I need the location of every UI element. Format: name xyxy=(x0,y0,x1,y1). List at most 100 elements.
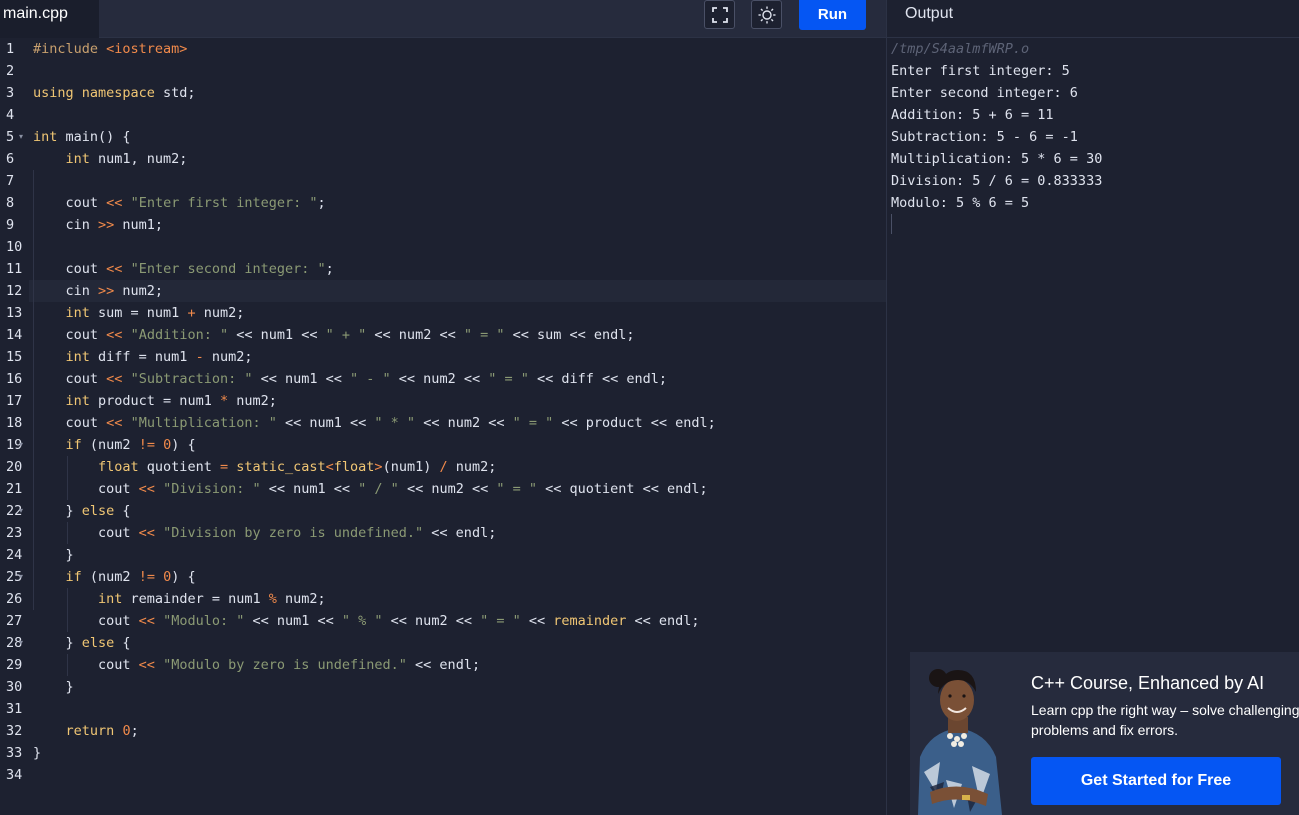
code-token: << xyxy=(138,525,155,541)
code-line: cout << "Enter first integer: "; xyxy=(33,192,326,214)
line-number: 4 xyxy=(6,107,15,123)
code-line: return 0; xyxy=(33,720,139,742)
code-token: << num1 << xyxy=(252,371,351,387)
code-line: } xyxy=(33,544,74,566)
code-token: ; xyxy=(130,723,139,739)
line-number: 26 xyxy=(6,591,23,607)
code-token: cout xyxy=(33,261,107,277)
line-number: 10 xyxy=(6,239,23,255)
code-token: "Enter second integer: " xyxy=(130,261,326,277)
code-line: } xyxy=(33,742,41,764)
code-token: " + " xyxy=(325,327,367,343)
code-token: <iostream> xyxy=(106,41,188,57)
code-token: != xyxy=(138,437,155,453)
code-token: << num1 << xyxy=(244,613,342,629)
code-token: << endl; xyxy=(626,613,700,629)
fold-chevron-down-icon[interactable]: ▾ xyxy=(19,434,23,456)
line-number: 6 xyxy=(6,151,15,167)
line-number: 8 xyxy=(6,195,15,211)
line-number: 34 xyxy=(6,767,23,783)
code-token: >> xyxy=(98,217,115,233)
code-token: int xyxy=(65,151,90,167)
output-line: Enter second integer: 6 xyxy=(891,85,1078,101)
fold-chevron-down-icon[interactable]: ▾ xyxy=(19,126,23,148)
code-line: int sum = num1 + num2; xyxy=(33,302,245,324)
tab-main-cpp[interactable]: main.cpp xyxy=(0,0,99,38)
fold-chevron-down-icon[interactable]: ▾ xyxy=(19,500,23,522)
output-cursor xyxy=(891,214,892,234)
code-line: cout << "Division by zero is undefined."… xyxy=(33,522,496,544)
line-number: 2 xyxy=(6,63,15,79)
code-token: " % " xyxy=(341,613,383,629)
code-token: " = " xyxy=(463,327,505,343)
code-token: 0 xyxy=(163,437,172,453)
line-number: 18 xyxy=(6,415,23,431)
code-token: cout xyxy=(33,613,139,629)
line-number: 11 xyxy=(6,261,23,277)
code-token: * xyxy=(219,393,229,409)
code-token: << num2 << xyxy=(366,327,464,343)
code-token: cout xyxy=(33,371,107,387)
code-token: } xyxy=(33,745,42,761)
code-line: int remainder = num1 % num2; xyxy=(33,588,326,610)
code-editor[interactable]: 1 2 3 4 5 ▾ 6 7 8 9 10 11 12 13 14 15 16 17 18 19 ▾ 20 21 22 ▾ 23… xyxy=(0,38,886,815)
code-token: << xyxy=(138,481,155,497)
code-token: " = " xyxy=(488,371,529,387)
code-line: if (num2 != 0) { xyxy=(33,566,196,588)
code-token: - xyxy=(195,349,204,365)
code-token: static_cast xyxy=(236,459,326,475)
code-token: << xyxy=(520,613,554,629)
fullscreen-button[interactable] xyxy=(704,0,735,29)
code-token: >> xyxy=(98,283,115,299)
code-token: " / " xyxy=(358,481,399,497)
code-line: cout << "Multiplication: " << num1 << " … xyxy=(33,412,716,434)
code-line: cin >> num1; xyxy=(33,214,164,236)
code-token: using namespace xyxy=(33,85,155,101)
get-started-button[interactable]: Get Started for Free xyxy=(1031,757,1281,805)
code-token: } xyxy=(33,679,74,695)
code-line: using namespace std; xyxy=(33,82,196,104)
fold-chevron-down-icon[interactable]: ▾ xyxy=(19,566,23,588)
run-button[interactable]: Run xyxy=(799,0,866,30)
code-token: % xyxy=(268,591,277,607)
code-token: diff = num1 xyxy=(89,349,196,365)
output-file-path: /tmp/S4aalmfWRP.o xyxy=(891,41,1030,57)
fold-chevron-down-icon[interactable]: ▾ xyxy=(19,632,23,654)
code-line: if (num2 != 0) { xyxy=(33,434,196,456)
code-token: num2; xyxy=(203,349,253,365)
code-token: "Modulo: " xyxy=(163,613,245,629)
output-line: Subtraction: 5 - 6 = -1 xyxy=(891,129,1078,145)
code-line: float quotient = static_cast<float>(num1… xyxy=(33,456,496,478)
code-token: << num1 << xyxy=(228,327,326,343)
code-token: remainder = num1 xyxy=(122,591,269,607)
promo-banner[interactable]: C++ Course, Enhanced by AI Learn cpp the… xyxy=(910,652,1299,815)
code-token: ; xyxy=(325,261,334,277)
code-token: << num2 << xyxy=(382,613,481,629)
code-token: << xyxy=(106,371,123,387)
code-token: cin xyxy=(33,217,99,233)
line-number: 1 xyxy=(6,41,15,57)
theme-toggle-button[interactable] xyxy=(751,0,782,29)
code-token: << diff << endl; xyxy=(528,371,668,387)
code-token: (num1) xyxy=(382,459,440,475)
code-token: = xyxy=(219,459,229,475)
code-line: } xyxy=(33,676,74,698)
code-token: "Division by zero is undefined." xyxy=(163,525,424,541)
line-number: 30 xyxy=(6,679,23,695)
code-token: else xyxy=(81,503,115,519)
line-number: 12 xyxy=(6,283,23,299)
code-token: "Enter first integer: " xyxy=(130,195,318,211)
code-token: quotient xyxy=(138,459,220,475)
